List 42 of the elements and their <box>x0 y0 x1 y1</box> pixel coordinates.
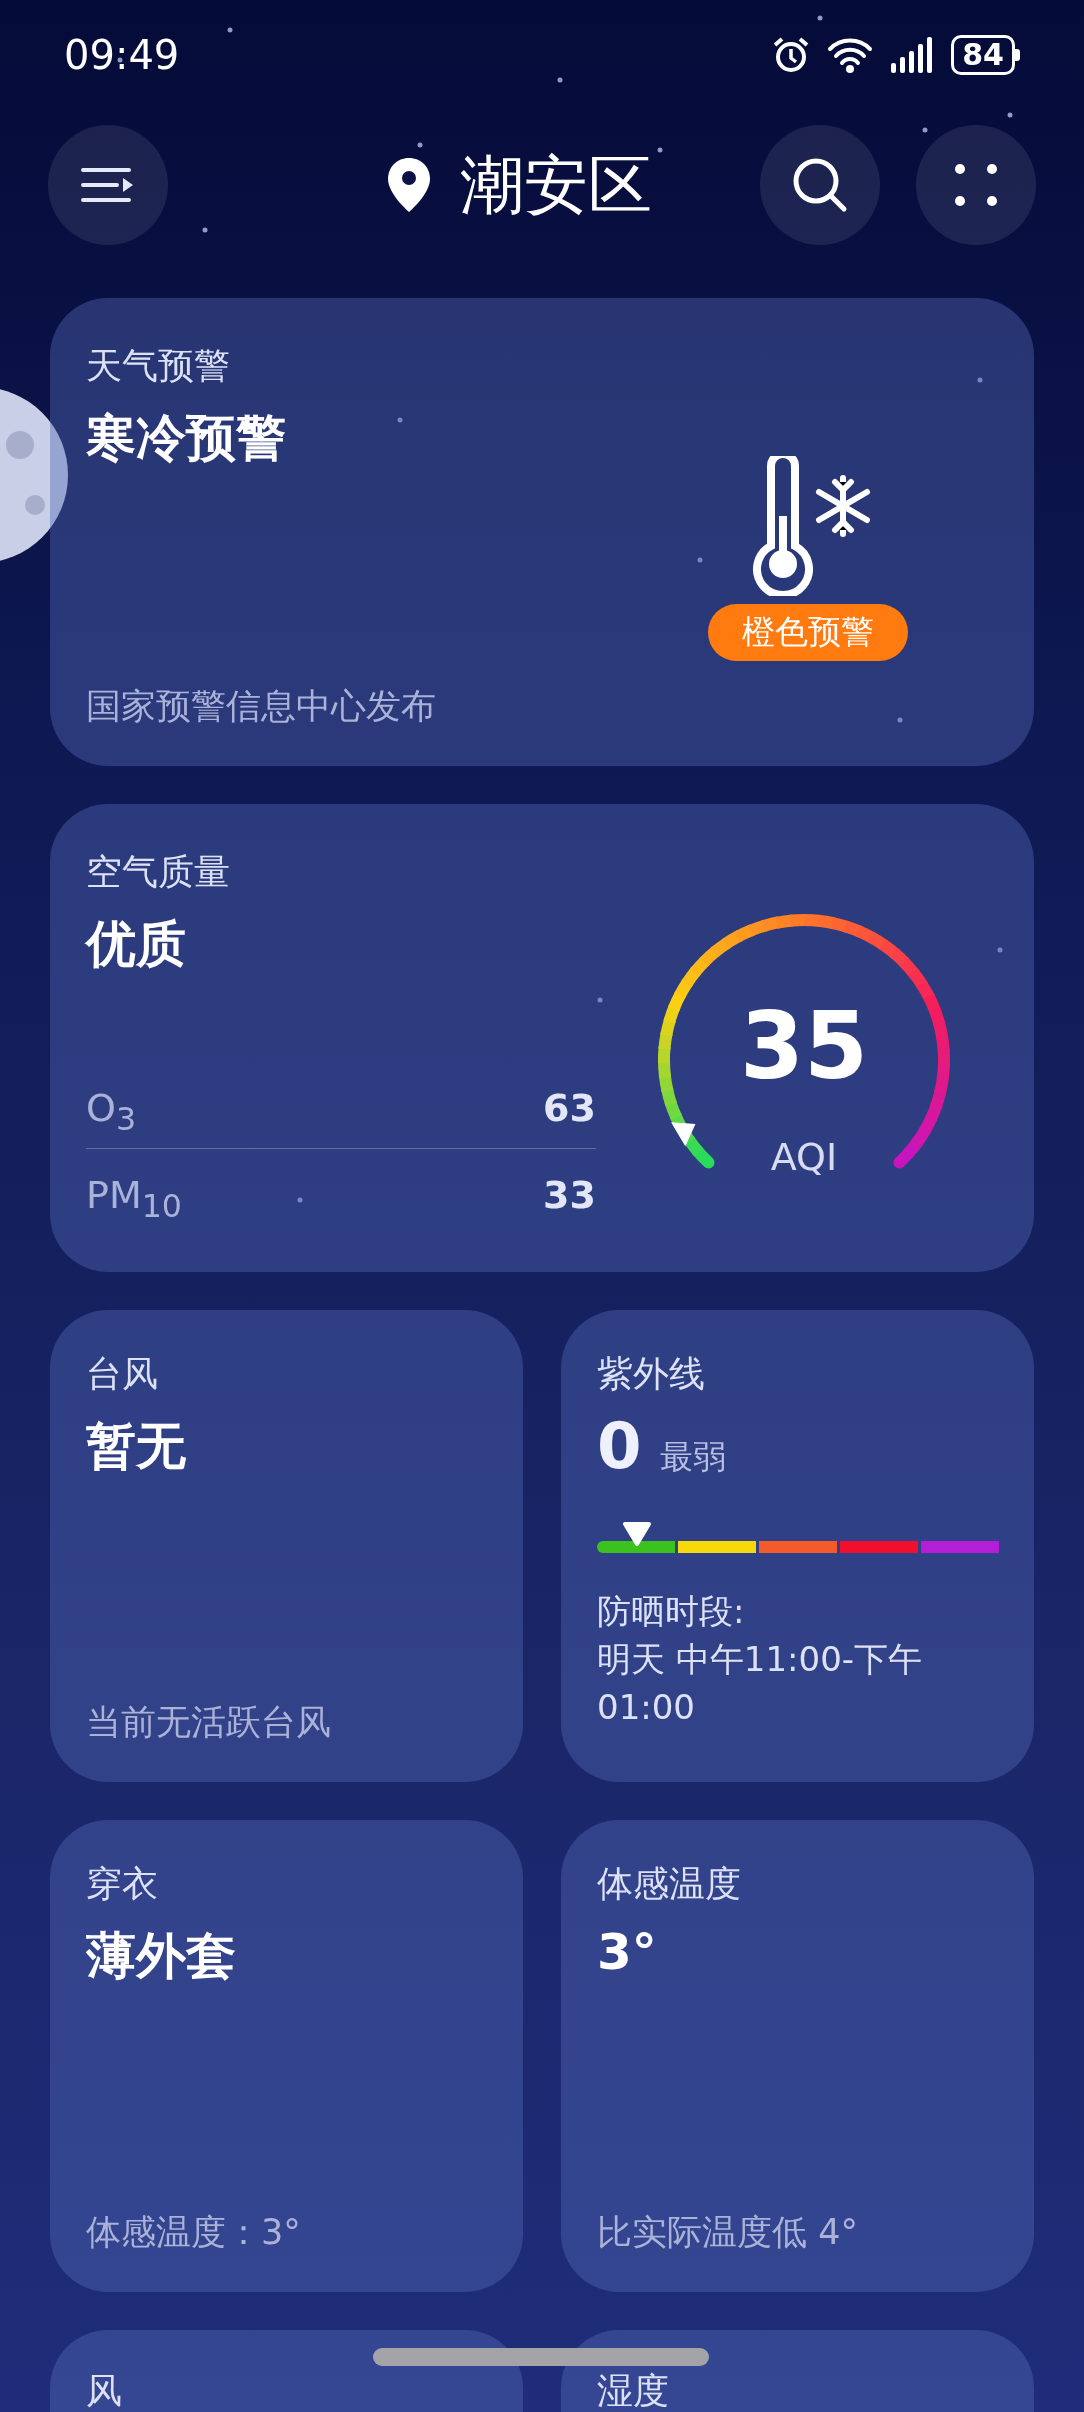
warning-card[interactable]: 天气预警 寒冷预警 国家预警信息中心发布 橙色预警 <box>50 298 1034 766</box>
card-label: 天气预警 <box>86 344 231 388</box>
location-pin-icon <box>386 156 432 214</box>
pollutant-value: 63 <box>543 1085 596 1130</box>
air-quality-title: 优质 <box>86 914 187 975</box>
battery-indicator: 84 <box>951 35 1020 75</box>
pollutant-name: PM$_{10}$ <box>86 1173 182 1224</box>
warning-source: 国家预警信息中心发布 <box>86 685 437 728</box>
info-card[interactable]: 体感温度 3° 比实际温度低 4° <box>561 1820 1034 2292</box>
card-label: 风 <box>86 2372 123 2410</box>
card-value: 暂无 <box>86 1416 187 1477</box>
sun-protection-label: 防晒时段: <box>597 1590 746 1633</box>
uv-grade: 最弱 <box>659 1436 726 1478</box>
pollutant-name: O$_{3}$ <box>86 1085 137 1137</box>
wifi-icon <box>827 36 874 74</box>
card-label: 穿衣 <box>86 1862 159 1906</box>
card-note: 当前无活跃台风 <box>86 1701 332 1744</box>
card-label: 体感温度 <box>597 1862 742 1906</box>
sun-protection-time: 明天 中午11:00-下午01:00 <box>597 1638 924 1729</box>
card-label: 湿度 <box>597 2372 670 2410</box>
uv-index-value: 0 <box>597 1409 642 1483</box>
dots-grid-icon <box>952 161 1000 209</box>
info-card[interactable]: 风 <box>50 2330 523 2412</box>
clock-time: 09:49 <box>64 32 180 78</box>
card-value: 3° <box>597 1923 658 1981</box>
card-label: 空气质量 <box>86 850 231 894</box>
info-card[interactable]: 台风 暂无 当前无活跃台风 <box>50 1310 523 1782</box>
air-quality-card[interactable]: 空气质量 优质 O$_{3}$ 63 PM$_{10}$ 33 35 AQI <box>50 804 1034 1272</box>
card-note: 比实际温度低 4° <box>597 2211 859 2254</box>
card-label: 紫外线 <box>597 1352 706 1396</box>
card-value: 薄外套 <box>86 1926 237 1987</box>
info-card[interactable]: 穿衣 薄外套 体感温度：3° <box>50 1820 523 2292</box>
aqi-value: 35 <box>740 993 868 1100</box>
aqi-unit: AQI <box>770 1135 838 1179</box>
info-card[interactable]: 湿度 <box>561 2330 1034 2412</box>
pollutant-value: 33 <box>543 1173 596 1218</box>
info-card[interactable]: 紫外线 0 最弱 防晒时段: 明天 中午11:00-下午01:00 <box>561 1310 1034 1782</box>
card-note: 体感温度：3° <box>86 2211 302 2254</box>
warning-level-badge: 橙色预警 <box>708 603 908 661</box>
card-label: 台风 <box>86 1352 159 1396</box>
warning-title: 寒冷预警 <box>86 408 287 469</box>
location-title[interactable]: 潮安区 <box>460 141 652 229</box>
